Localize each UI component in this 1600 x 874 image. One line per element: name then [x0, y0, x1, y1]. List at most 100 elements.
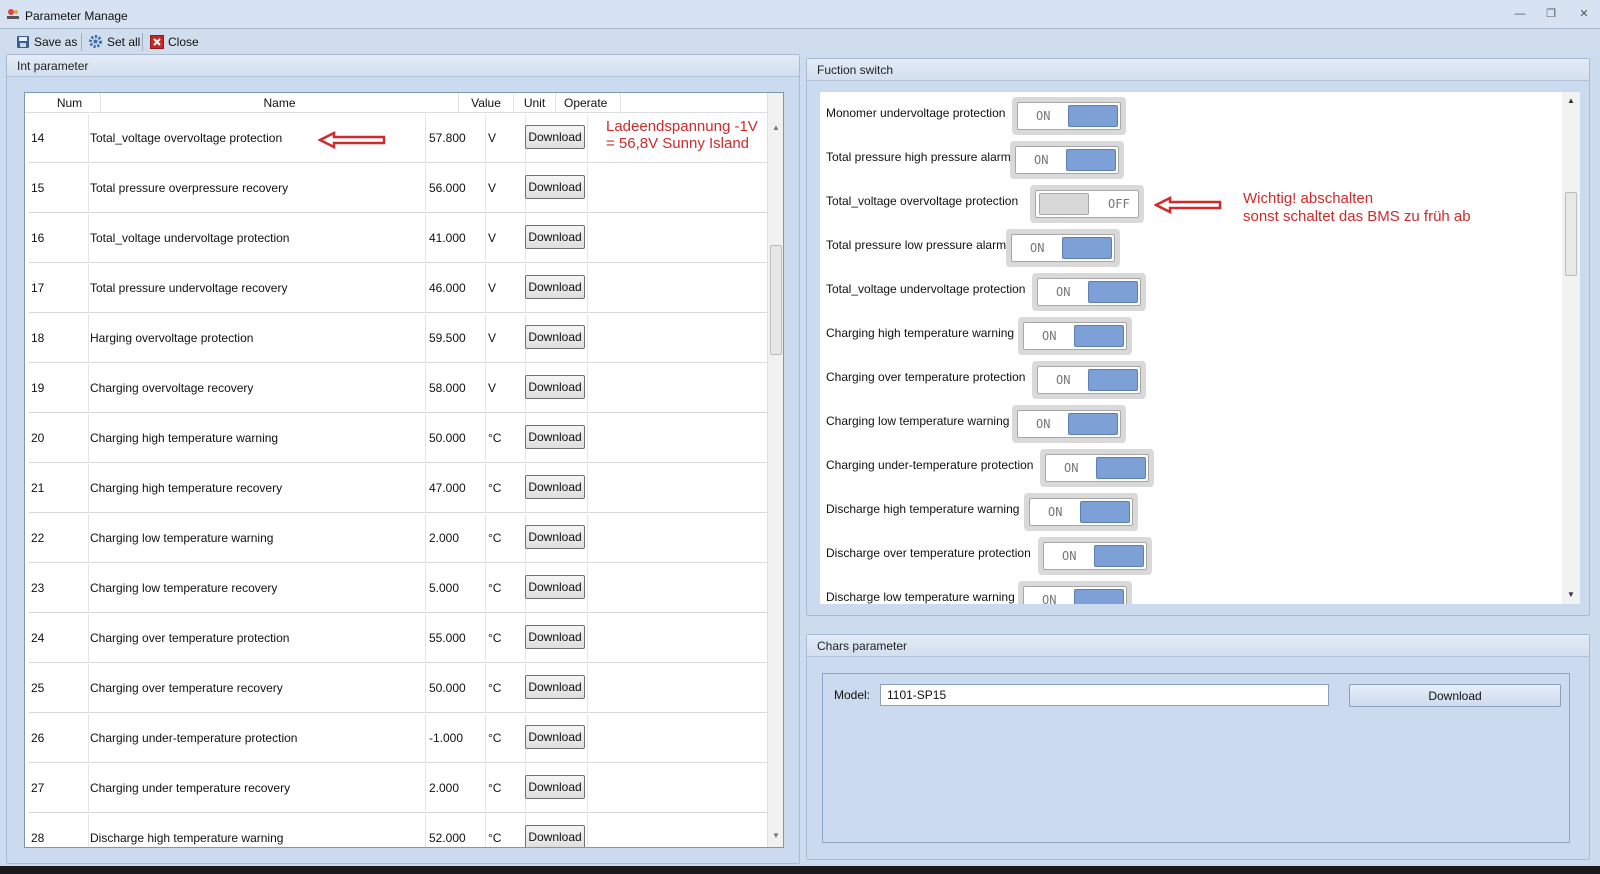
row-unit: °C	[488, 781, 502, 795]
toggle-switch[interactable]: OFF	[1030, 185, 1144, 223]
toggle-knob[interactable]	[1088, 369, 1138, 391]
cell-divider	[88, 214, 89, 263]
table-row[interactable]: 15 Total pressure overpressure recovery 56…	[29, 164, 767, 213]
download-button[interactable]: Download	[525, 825, 585, 847]
col-value[interactable]: Value	[459, 93, 514, 113]
table-row[interactable]: 16 Total_voltage undervoltage protection 4…	[29, 214, 767, 263]
switch-scrollbar[interactable]: ▲ ▼	[1562, 92, 1580, 604]
table-row[interactable]: 23 Charging low temperature recovery 5.000…	[29, 564, 767, 613]
row-unit: V	[488, 231, 497, 245]
table-scrollbar[interactable]: ▲ ▼	[767, 93, 783, 847]
row-name: Discharge high temperature warning	[90, 831, 284, 845]
toggle-knob[interactable]	[1074, 589, 1124, 604]
toggle-track: ON	[1037, 366, 1141, 394]
scroll-up-icon[interactable]: ▲	[772, 123, 780, 132]
switch-scroll-thumb[interactable]	[1565, 192, 1577, 276]
download-button[interactable]: Download	[525, 425, 585, 449]
row-value: 56.000	[429, 181, 466, 195]
cell-divider	[587, 714, 588, 763]
row-value: 2.000	[429, 531, 460, 545]
toggle-knob[interactable]	[1074, 325, 1124, 347]
scroll-up-icon[interactable]: ▲	[1567, 96, 1575, 105]
table-row[interactable]: 18 Harging overvoltage protection 59.500 V D…	[29, 314, 767, 363]
model-input[interactable]	[880, 684, 1329, 706]
col-name[interactable]: Name	[101, 93, 459, 113]
toggle-knob[interactable]	[1039, 193, 1089, 215]
minimize-icon[interactable]: —	[1512, 8, 1528, 20]
col-num[interactable]: Num	[39, 93, 101, 113]
toggle-switch[interactable]: ON	[1010, 141, 1124, 179]
download-button[interactable]: Download	[525, 125, 585, 149]
table-row[interactable]: 19 Charging overvoltage recovery 58.000 V Do…	[29, 364, 767, 413]
table-row[interactable]: 17 Total pressure undervoltage recovery 46…	[29, 264, 767, 313]
row-value: 55.000	[429, 631, 466, 645]
cell-divider	[485, 464, 486, 513]
toggle-switch[interactable]: ON	[1018, 317, 1132, 355]
col-operate[interactable]: Operate	[556, 93, 621, 113]
save-as-button[interactable]: Save as	[12, 31, 81, 52]
toggle-knob[interactable]	[1068, 413, 1118, 435]
toggle-switch[interactable]: ON	[1006, 229, 1120, 267]
toggle-switch[interactable]: ON	[1038, 537, 1152, 575]
col-unit[interactable]: Unit	[514, 93, 556, 113]
table-row[interactable]: 21 Charging high temperature recovery 47.0…	[29, 464, 767, 513]
table-row[interactable]: 24 Charging over temperature protection 55…	[29, 614, 767, 663]
download-button[interactable]: Download	[525, 725, 585, 749]
save-as-label: Save as	[34, 34, 78, 49]
toggle-switch[interactable]: ON	[1024, 493, 1138, 531]
download-button[interactable]: Download	[525, 475, 585, 499]
cell-divider	[587, 264, 588, 313]
table-row[interactable]: 27 Charging under temperature recovery 2.0…	[29, 764, 767, 813]
function-switch-title: Fuction switch	[807, 59, 1589, 81]
toggle-knob[interactable]	[1068, 105, 1118, 127]
row-name: Charging over temperature recovery	[90, 681, 283, 695]
toggle-switch[interactable]: ON	[1040, 449, 1154, 487]
toggle-knob[interactable]	[1094, 545, 1144, 567]
cell-divider	[88, 164, 89, 213]
table-header: Num Name Value Unit Operate	[25, 93, 767, 113]
restore-icon[interactable]: ❐	[1543, 8, 1559, 20]
toggle-switch[interactable]: ON	[1032, 361, 1146, 399]
cell-divider	[587, 514, 588, 563]
download-button[interactable]: Download	[525, 275, 585, 299]
download-button[interactable]: Download	[525, 375, 585, 399]
table-row[interactable]: 28 Discharge high temperature warning 52.0…	[29, 814, 767, 847]
table-row[interactable]: 25 Charging over temperature recovery 50.0…	[29, 664, 767, 713]
row-num: 25	[31, 681, 45, 695]
toggle-switch[interactable]: ON	[1012, 405, 1126, 443]
download-button[interactable]: Download	[525, 625, 585, 649]
download-button[interactable]: Download	[525, 775, 585, 799]
row-value: 5.000	[429, 581, 460, 595]
table-scroll-thumb[interactable]	[770, 245, 782, 355]
cell-divider	[587, 564, 588, 613]
download-button[interactable]: Download	[525, 325, 585, 349]
toggle-knob[interactable]	[1062, 237, 1112, 259]
close-window-icon[interactable]: ✕	[1576, 8, 1592, 20]
download-button[interactable]: Download	[525, 225, 585, 249]
toggle-knob[interactable]	[1066, 149, 1116, 171]
table-row[interactable]: 22 Charging low temperature warning 2.000 °…	[29, 514, 767, 563]
close-button[interactable]: Close	[146, 31, 203, 52]
toggle-switch[interactable]: ON	[1032, 273, 1146, 311]
toggle-switch[interactable]: ON	[1018, 581, 1132, 604]
toggle-knob[interactable]	[1080, 501, 1130, 523]
toggle-switch[interactable]: ON	[1012, 97, 1126, 135]
switch-label: Charging under-temperature protection	[826, 458, 1034, 472]
download-button[interactable]: Download	[525, 525, 585, 549]
scroll-down-icon[interactable]: ▼	[1567, 590, 1575, 599]
annotation-text-line: Ladeendspannung -1V	[606, 118, 758, 135]
table-row[interactable]: 20 Charging high temperature warning 50.00…	[29, 414, 767, 463]
row-unit: °C	[488, 631, 502, 645]
set-all-button[interactable]: Set all	[84, 31, 144, 52]
model-download-button[interactable]: Download	[1349, 684, 1561, 707]
table-row[interactable]: 26 Charging under-temperature protection -…	[29, 714, 767, 763]
row-num: 17	[31, 281, 45, 295]
toggle-knob[interactable]	[1088, 281, 1138, 303]
scroll-down-icon[interactable]: ▼	[772, 831, 780, 840]
download-button[interactable]: Download	[525, 175, 585, 199]
switch-label: Charging high temperature warning	[826, 326, 1015, 340]
download-button[interactable]: Download	[525, 575, 585, 599]
download-button[interactable]: Download	[525, 675, 585, 699]
toggle-knob[interactable]	[1096, 457, 1146, 479]
cell-divider	[485, 264, 486, 313]
